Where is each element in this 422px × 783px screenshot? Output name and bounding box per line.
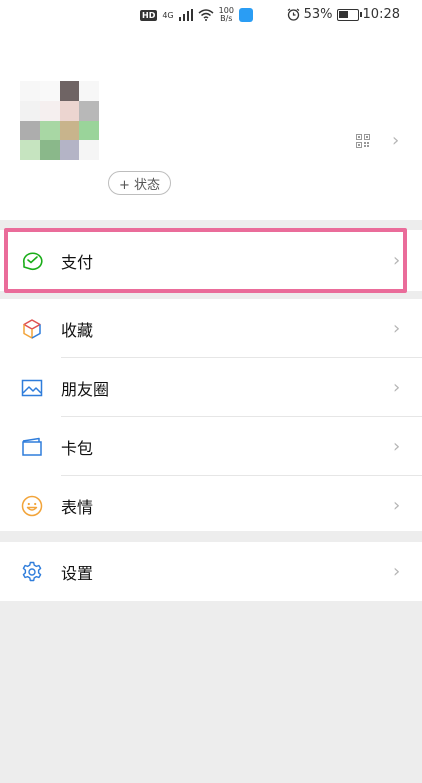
alarm-icon [287,8,299,21]
add-status-button[interactable]: + 状态 [108,171,172,195]
menu-label-stickers: 表情 [61,497,94,517]
menu-label-cards: 卡包 [61,438,94,458]
menu-label-moments: 朋友圈 [61,379,110,399]
status-bar: HD 4G 100 B/s 53% 10:28 [0,0,422,30]
menu-label-favorites: 收藏 [61,320,94,340]
menu-item-stickers[interactable]: 表情 › [0,476,422,535]
avatar[interactable] [20,81,99,160]
menu-item-cards[interactable]: 卡包 › [0,417,422,476]
menu-label-settings: 设置 [61,563,94,583]
menu-item-favorites[interactable]: 收藏 › [0,299,422,358]
profile-header[interactable]: › + 状态 [0,30,422,220]
smiley-icon [21,495,43,516]
chevron-right-icon: › [393,318,401,339]
qr-code-icon[interactable] [356,134,370,148]
chevron-right-icon: › [393,436,401,457]
features-group: 收藏 › 朋友圈 › 卡包 › 表情 › [0,299,422,531]
chevron-right-icon[interactable]: › [392,130,399,151]
clock: 10:28 [362,7,400,22]
chevron-right-icon: › [393,377,401,398]
card-wallet-icon [22,437,42,456]
picture-icon [21,379,43,396]
network-type: 4G [162,10,174,20]
status-left: HD 4G 100 B/s [140,7,253,23]
chevron-right-icon: › [393,495,401,516]
speed-unit: B/s [220,14,233,23]
battery-icon [336,8,362,21]
menu-item-moments[interactable]: 朋友圈 › [0,358,422,417]
notification-app-icon [238,8,253,22]
network-speed: 100 B/s [219,7,234,23]
battery-fill [338,10,349,18]
highlight-box [4,228,407,293]
hd-indicator: HD [140,9,158,21]
menu-item-settings[interactable]: 设置 › [0,542,422,601]
cube-icon [23,318,41,339]
signal-icon [178,9,193,21]
chevron-right-icon: › [393,561,401,582]
status-right: 53% 10:28 [287,7,400,22]
gear-icon [22,561,42,581]
wifi-icon [198,9,214,21]
settings-group: 设置 › [0,542,422,601]
battery-percent: 53% [303,7,333,22]
